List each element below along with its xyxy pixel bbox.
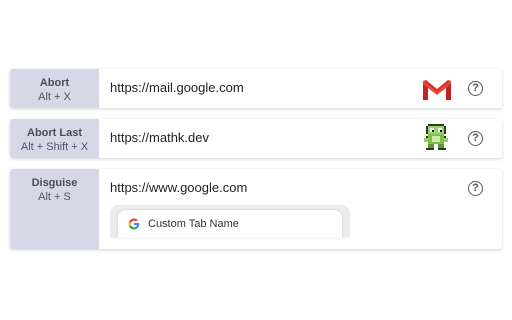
shortcut-name: Abort [39,77,70,89]
abort-row: Abort Alt + X ? [10,69,502,108]
disguise-row: Disguise Alt + S ? Custom Tab Name [10,169,502,249]
tab-preview: Custom Tab Name [110,205,350,238]
pixel-frog-icon [424,124,448,150]
disguise-url-input[interactable] [110,180,410,195]
abort-url-input[interactable] [110,80,410,95]
abort-row-body: ? [99,69,502,108]
shortcut-name: Disguise [31,177,78,189]
browser-tab: Custom Tab Name [118,210,342,238]
abort-help-icon[interactable]: ? [468,81,483,96]
google-g-icon [128,218,140,230]
shortcut-combo: Alt + Shift + X [20,141,89,153]
gmail-icon [422,79,452,100]
abort-last-row: Abort Last Alt + Shift + X ? [10,119,502,158]
abort-last-key-label: Abort Last Alt + Shift + X [10,119,99,158]
disguise-help-icon[interactable]: ? [468,181,483,196]
shortcut-combo: Alt + X [38,91,71,103]
abort-last-help-icon[interactable]: ? [468,131,483,146]
abort-last-url-input[interactable] [110,130,410,145]
shortcut-name: Abort Last [27,127,82,139]
tab-title[interactable]: Custom Tab Name [148,218,239,230]
abort-key-label: Abort Alt + X [10,69,99,108]
shortcut-combo: Alt + S [38,191,71,203]
abort-last-row-body: ? [99,119,502,158]
disguise-row-body: ? Custom Tab Name [99,169,502,249]
disguise-key-label: Disguise Alt + S [10,169,99,249]
